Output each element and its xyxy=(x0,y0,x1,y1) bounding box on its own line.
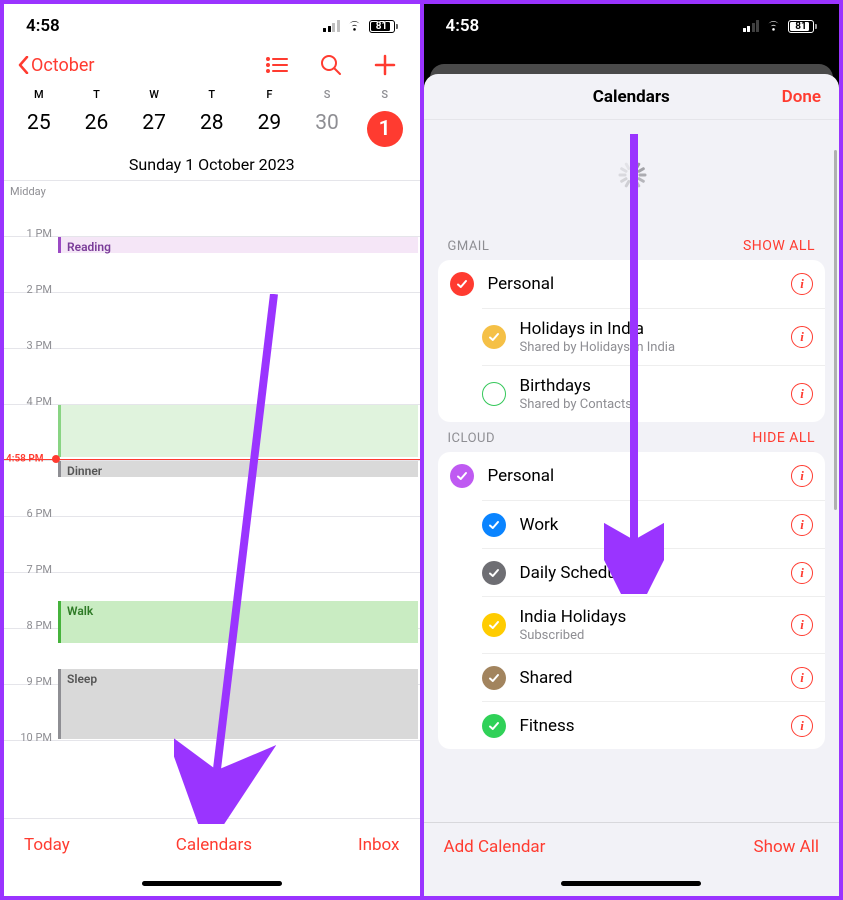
info-icon[interactable]: i xyxy=(791,667,813,689)
home-indicator xyxy=(424,870,840,896)
info-icon[interactable]: i xyxy=(791,326,813,348)
back-button[interactable]: October xyxy=(18,55,95,76)
calendars-button[interactable]: Calendars xyxy=(176,835,252,855)
calendar-checkbox[interactable] xyxy=(482,561,506,585)
bottom-toolbar: Today Calendars Inbox xyxy=(4,818,420,870)
info-icon[interactable]: i xyxy=(791,715,813,737)
info-icon[interactable]: i xyxy=(791,614,813,636)
scroll-indicator xyxy=(834,150,837,510)
calendar-checkbox[interactable] xyxy=(482,513,506,537)
calendar-name: Shared xyxy=(520,668,778,688)
phone-left-calendar: 4:58 81 October M25 T26 xyxy=(4,4,420,896)
list-view-icon[interactable] xyxy=(264,54,290,76)
date-title: Sunday 1 October 2023 xyxy=(4,147,420,181)
cellular-icon xyxy=(323,20,340,32)
phone-right-calendars: 4:58 81 Calendars Done GMAILSHOW ALLPers… xyxy=(424,4,840,896)
calendar-row[interactable]: Fitness i xyxy=(482,701,826,749)
date-cell[interactable]: 25 xyxy=(10,111,68,135)
info-icon[interactable]: i xyxy=(791,562,813,584)
info-icon[interactable]: i xyxy=(791,465,813,487)
status-time: 4:58 xyxy=(26,16,60,36)
calendar-checkbox[interactable] xyxy=(482,666,506,690)
calendar-checkbox[interactable] xyxy=(450,464,474,488)
info-icon[interactable]: i xyxy=(791,273,813,295)
add-calendar-button[interactable]: Add Calendar xyxy=(444,837,546,857)
calendars-sheet: Calendars Done GMAILSHOW ALLPersonaliHol… xyxy=(424,74,840,896)
calendar-name: Fitness xyxy=(520,716,778,736)
home-indicator xyxy=(4,870,420,896)
group-action[interactable]: SHOW ALL xyxy=(743,238,815,254)
wifi-icon xyxy=(765,20,782,32)
calendar-checkbox[interactable] xyxy=(482,382,506,406)
selected-date[interactable]: 1 xyxy=(367,111,403,147)
battery-icon: 81 xyxy=(369,20,398,33)
info-icon[interactable]: i xyxy=(791,514,813,536)
info-icon[interactable]: i xyxy=(791,383,813,405)
calendar-row[interactable]: Sharedi xyxy=(482,653,826,701)
back-label: October xyxy=(31,55,95,76)
calendar-row[interactable]: India HolidaysSubscribed i xyxy=(482,596,826,653)
wifi-icon xyxy=(346,20,363,32)
sheet-title: Calendars xyxy=(424,87,840,107)
today-button[interactable]: Today xyxy=(24,835,70,855)
sheet-footer: Add Calendar Show All xyxy=(424,822,840,870)
status-bar: 4:58 81 xyxy=(424,4,840,48)
week-row: M25 T26 W27 T28 F29 S30 S1 xyxy=(4,88,420,147)
calendar-checkbox[interactable] xyxy=(482,325,506,349)
status-bar: 4:58 81 xyxy=(4,4,420,48)
group-label: GMAIL xyxy=(448,239,490,254)
group-label: ICLOUD xyxy=(448,431,496,446)
inbox-button[interactable]: Inbox xyxy=(358,835,400,855)
calendar-subtitle: Subscribed xyxy=(520,628,778,643)
cellular-icon xyxy=(743,20,760,32)
calendar-checkbox[interactable] xyxy=(482,714,506,738)
calendar-checkbox[interactable] xyxy=(450,272,474,296)
done-button[interactable]: Done xyxy=(782,87,821,107)
event-reading[interactable]: Reading xyxy=(58,237,418,253)
calendar-checkbox[interactable] xyxy=(482,613,506,637)
group-action[interactable]: HIDE ALL xyxy=(752,430,815,446)
add-event-icon[interactable] xyxy=(372,54,398,76)
battery-icon: 81 xyxy=(788,20,817,33)
calendar-name: India Holidays xyxy=(520,607,778,627)
show-all-button[interactable]: Show All xyxy=(753,837,819,857)
search-icon[interactable] xyxy=(318,54,344,76)
dow: M xyxy=(10,88,68,101)
calendar-header: October xyxy=(4,48,420,88)
